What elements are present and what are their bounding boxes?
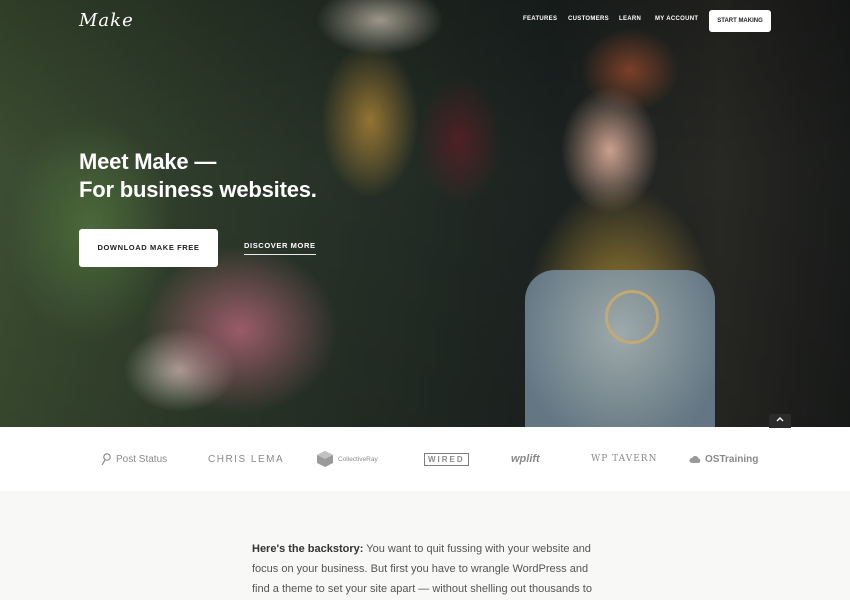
brand-wplift: wplift <box>511 451 540 467</box>
download-make-free-button[interactable]: DOWNLOAD MAKE FREE <box>79 229 218 267</box>
hero-banner <box>0 0 850 427</box>
brand-ostraining: OSTraining <box>689 451 758 467</box>
backstory-paragraph: Here's the backstory: You want to quit f… <box>252 539 602 600</box>
backstory-section: Here's the backstory: You want to quit f… <box>0 491 850 600</box>
brand-chris-lema-label: CHRIS LEMA <box>208 453 285 465</box>
scroll-to-top-button[interactable] <box>769 414 791 428</box>
brand-wired: WIRED <box>424 451 469 467</box>
press-logo-strip: Post Status CHRIS LEMA CollectiveRay WIR… <box>0 427 850 491</box>
cloud-icon <box>689 456 701 463</box>
nav-features[interactable]: FEATURES <box>523 16 557 22</box>
discover-more-link[interactable]: DISCOVER MORE <box>244 241 316 255</box>
brand-collectiveray: CollectiveRay <box>316 451 378 467</box>
brand-wired-label: WIRED <box>424 452 469 466</box>
hero-photo-pendant <box>605 290 659 344</box>
brand-wp-tavern-label: WP TAVERN <box>591 454 658 464</box>
start-making-button[interactable]: START MAKING <box>709 10 771 32</box>
brand-collectiveray-label: CollectiveRay <box>338 455 378 463</box>
brand-chris-lema: CHRIS LEMA <box>208 451 284 467</box>
brand-post-status: Post Status <box>100 451 167 467</box>
chevron-up-icon <box>776 417 784 422</box>
link-icon <box>101 453 111 466</box>
hero-headline-line1: Meet Make — <box>79 149 217 174</box>
cube-icon <box>317 451 333 467</box>
hero-headline: Meet Make — For business websites. <box>79 148 317 204</box>
brand-post-status-label: Post Status <box>116 453 168 465</box>
main-nav: FEATURES CUSTOMERS LEARN MY ACCOUNT STAR… <box>0 10 850 32</box>
nav-my-account[interactable]: MY ACCOUNT <box>655 16 698 22</box>
brand-wplift-label: wplift <box>511 453 540 465</box>
brand-ostraining-label: OSTraining <box>705 453 759 465</box>
hero-headline-line2: For business websites. <box>79 177 317 202</box>
nav-customers[interactable]: CUSTOMERS <box>568 16 609 22</box>
brand-wp-tavern: WP TAVERN <box>591 451 657 467</box>
nav-learn[interactable]: LEARN <box>619 16 641 22</box>
backstory-lead: Here's the backstory: <box>252 543 364 555</box>
